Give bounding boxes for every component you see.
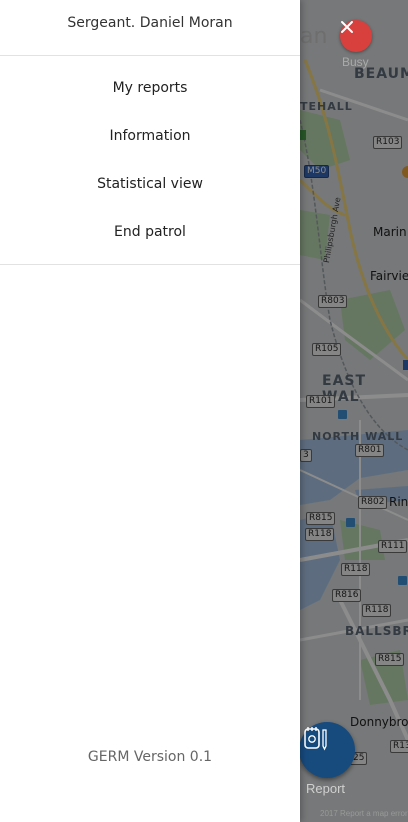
app-version: GERM Version 0.1 <box>87 749 213 765</box>
drawer-menu: My reports Information Statistical view … <box>0 56 300 265</box>
busy-label: Busy <box>342 55 369 69</box>
notepad-pencil-icon <box>304 727 327 751</box>
menu-item-statistical-view[interactable]: Statistical view <box>0 160 300 208</box>
drawer-header: Sergeant. Daniel Moran <box>0 0 300 56</box>
user-name: Sergeant. Daniel Moran <box>67 15 233 31</box>
busy-button[interactable] <box>340 20 372 52</box>
navigation-drawer: Sergeant. Daniel Moran My reports Inform… <box>0 0 300 822</box>
map-footer: 2017 Report a map error <box>320 809 408 818</box>
menu-item-my-reports[interactable]: My reports <box>0 64 300 112</box>
menu-item-information[interactable]: Information <box>0 112 300 160</box>
report-button[interactable] <box>299 722 355 778</box>
menu-item-end-patrol[interactable]: End patrol <box>0 208 300 256</box>
close-icon <box>341 21 353 33</box>
report-label: Report <box>306 781 346 796</box>
